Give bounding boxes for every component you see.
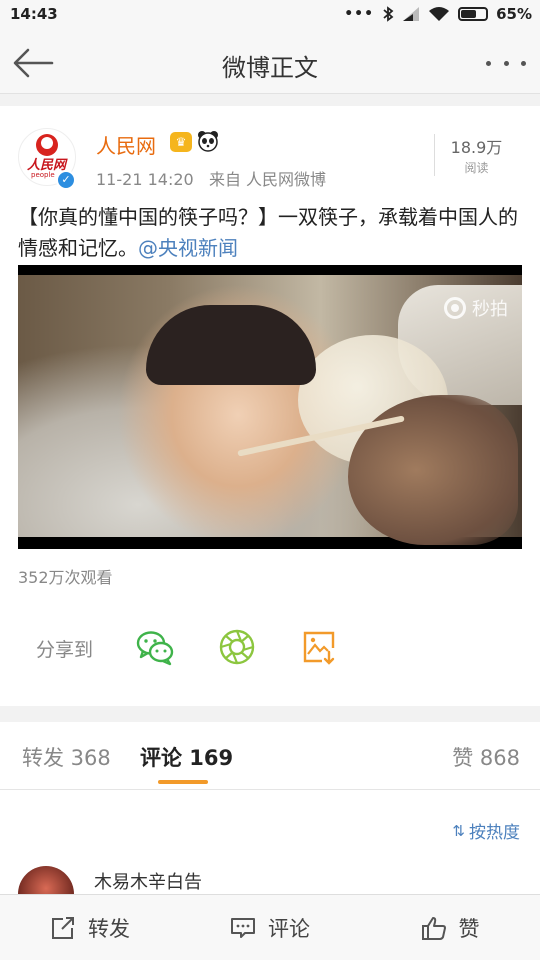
like-label: 赞 <box>458 917 480 941</box>
repost-icon <box>52 917 74 939</box>
miaopai-icon <box>444 297 466 319</box>
share-label: 分享到 <box>36 639 94 661</box>
status-icons: ••• 65% <box>344 5 532 23</box>
video-brand-label: 秒拍 <box>472 299 508 320</box>
commenter-name[interactable]: 木易木辛白告 <box>94 868 202 894</box>
page-title: 微博正文 <box>222 54 318 82</box>
tab-like[interactable]: 赞 868 <box>452 742 520 772</box>
share-row: 分享到 <box>0 624 540 670</box>
sort-button[interactable]: ⇅ 按热度 <box>452 818 520 844</box>
comment-label: 评论 <box>268 917 310 941</box>
comment-icon <box>231 918 255 938</box>
post-source: 来自 人民网微博 <box>208 170 327 189</box>
comment-list: ⇅ 按热度 木易木辛白告 <box>0 790 540 922</box>
like-icon <box>421 917 446 940</box>
battery-icon <box>458 7 489 21</box>
panda-icon <box>198 131 218 152</box>
video-player[interactable]: 秒拍 <box>18 265 522 549</box>
comment-button[interactable]: 评论 <box>180 895 360 960</box>
post-time: 11-21 14:20 <box>96 170 194 189</box>
more-icon[interactable] <box>486 46 526 80</box>
battery-percent: 65% <box>496 5 532 23</box>
logo-subtext: people <box>31 171 55 179</box>
status-bar: 14:43 ••• 65% <box>0 0 540 32</box>
sort-label: 按热度 <box>469 823 520 843</box>
sort-icon: ⇅ <box>452 821 465 840</box>
read-count-box: 18.9万 阅读 <box>434 134 518 176</box>
bottom-toolbar: 转发 评论 赞 <box>0 894 540 960</box>
status-time: 14:43 <box>10 5 58 23</box>
signal-icon <box>403 7 420 21</box>
read-count: 18.9万 <box>450 138 503 157</box>
logo-mark <box>36 134 58 156</box>
post-body: 【你真的懂中国的筷子吗？】一双筷子，承载着中国人的情感和记忆。 <box>18 205 518 260</box>
video-brand: 秒拍 <box>444 295 508 321</box>
post-meta: 11-21 14:20 来自 人民网微博 <box>96 166 326 190</box>
like-button[interactable]: 赞 <box>360 895 540 960</box>
bluetooth-icon <box>383 6 394 22</box>
mention-link[interactable]: @央视新闻 <box>138 236 238 260</box>
moments-icon[interactable] <box>218 628 256 666</box>
play-count: 352万次观看 <box>18 568 113 587</box>
tab-comment[interactable]: 评论 169 <box>140 742 233 772</box>
nav-bar: 微博正文 <box>0 32 540 94</box>
save-image-icon[interactable] <box>300 628 338 666</box>
repost-label: 转发 <box>88 917 130 941</box>
wechat-icon[interactable] <box>136 628 174 666</box>
post-text: 【你真的懂中国的筷子吗？】一双筷子，承载着中国人的情感和记忆。@央视新闻 <box>18 202 524 264</box>
post-card: 人民网 people ✓ 人民网 ♛ 11-21 14:20 来自 人民网微博 … <box>0 106 540 706</box>
interaction-tabs: 转发 368 评论 169 赞 868 <box>0 722 540 790</box>
crown-icon: ♛ <box>170 132 192 152</box>
video-frame: 秒拍 <box>18 275 522 545</box>
author-name[interactable]: 人民网 <box>96 130 156 159</box>
notification-dots: ••• <box>344 6 375 22</box>
wifi-icon <box>429 7 450 21</box>
active-tab-indicator <box>158 780 208 784</box>
repost-button[interactable]: 转发 <box>0 895 180 960</box>
read-label: 阅读 <box>464 161 489 175</box>
verified-icon: ✓ <box>56 170 76 190</box>
tab-repost[interactable]: 转发 368 <box>22 742 111 772</box>
